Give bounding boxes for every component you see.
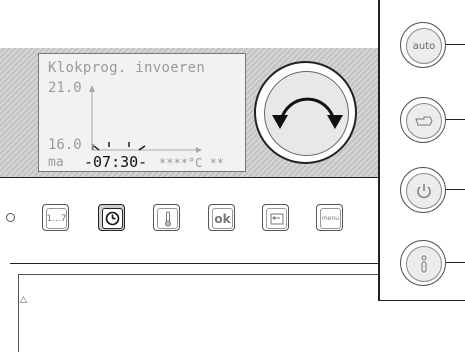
ok-label: ok bbox=[212, 208, 233, 229]
auto-leader-line bbox=[446, 44, 465, 45]
thermostat-housing: Klokprog. invoeren 21.0 16.0 ma -07:30- … bbox=[0, 0, 379, 352]
ok-button[interactable]: ok bbox=[208, 204, 235, 231]
lcd-temp-high: 21.0 bbox=[48, 80, 82, 96]
thermometer-icon bbox=[157, 208, 178, 229]
auto-button[interactable]: auto bbox=[400, 22, 446, 68]
manual-hand-icon bbox=[406, 103, 442, 139]
manual-button[interactable] bbox=[400, 97, 446, 143]
lower-compartment-frame bbox=[18, 274, 379, 352]
back-arrow-icon bbox=[266, 208, 287, 229]
power-icon bbox=[406, 173, 442, 209]
back-button[interactable] bbox=[262, 204, 289, 231]
rotate-arrows-icon bbox=[272, 97, 343, 129]
days-button[interactable]: 1...7 bbox=[42, 204, 69, 231]
lcd-title: Klokprog. invoeren bbox=[48, 60, 206, 76]
info-button[interactable] bbox=[400, 240, 446, 286]
power-leader-line bbox=[446, 189, 465, 190]
menu-label: menu bbox=[320, 208, 341, 229]
info-leader-line bbox=[446, 262, 465, 263]
lcd-screen: Klokprog. invoeren 21.0 16.0 ma -07:30- … bbox=[38, 53, 246, 172]
power-button[interactable] bbox=[400, 167, 446, 213]
clock-button[interactable] bbox=[98, 204, 125, 231]
lcd-day: ma bbox=[48, 155, 64, 170]
days-label: 1...7 bbox=[46, 208, 67, 229]
clock-icon bbox=[102, 208, 123, 229]
menu-button[interactable]: menu bbox=[316, 204, 343, 231]
lcd-time: -07:30- bbox=[84, 153, 148, 171]
info-icon bbox=[406, 246, 442, 282]
lcd-temp-low: 16.0 bbox=[48, 137, 82, 153]
side-panel: auto bbox=[378, 0, 465, 301]
lcd-temp-field: ****°C ** bbox=[159, 156, 225, 170]
temperature-button[interactable] bbox=[153, 204, 180, 231]
button-strip: 1...7 ok menu bbox=[0, 193, 378, 253]
rotary-knob[interactable] bbox=[254, 61, 357, 164]
manual-leader-line bbox=[446, 119, 465, 120]
auto-label: auto bbox=[406, 28, 442, 64]
status-led bbox=[6, 213, 15, 222]
top-panel bbox=[0, 0, 378, 49]
lower-compartment bbox=[10, 263, 379, 352]
warning-triangle-icon: △ bbox=[20, 295, 27, 305]
